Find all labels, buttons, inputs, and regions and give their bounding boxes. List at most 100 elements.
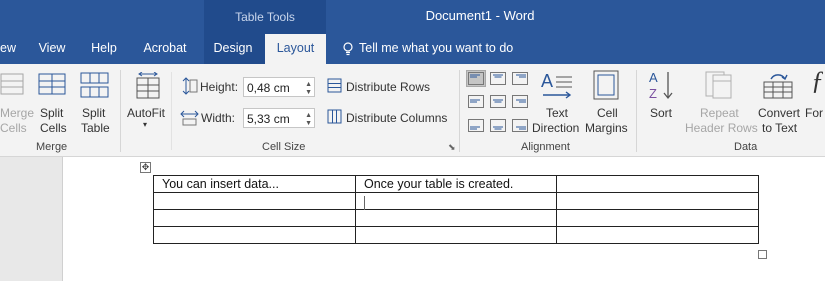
- table-resize-handle-icon[interactable]: [758, 250, 767, 259]
- merge-group-label: Merge: [36, 141, 68, 153]
- split-cells-label-1: Split: [40, 106, 64, 120]
- repeat-header-rows-icon: [705, 71, 732, 99]
- align-top-right-icon: [512, 72, 528, 85]
- tab-layout[interactable]: Layout: [265, 34, 326, 64]
- data-group-label: Data: [734, 141, 758, 153]
- tab-design[interactable]: Design: [208, 34, 258, 64]
- table-row[interactable]: [153, 192, 759, 210]
- align-top-left-button[interactable]: [466, 70, 486, 87]
- align-middle-left-icon: [468, 95, 484, 108]
- split-cells-icon: [38, 73, 66, 95]
- merge-cells-label-1: Merge: [0, 106, 35, 120]
- align-middle-right-button[interactable]: [510, 93, 530, 110]
- split-table-label-2: Table: [81, 121, 110, 135]
- table-cell[interactable]: You can insert data...: [153, 175, 356, 193]
- table-cell[interactable]: [153, 192, 356, 210]
- tell-me-label: Tell me what you want to do: [359, 41, 514, 55]
- tab-help[interactable]: Help: [86, 34, 122, 64]
- table-row[interactable]: [153, 226, 759, 244]
- group-divider: [120, 70, 121, 152]
- height-value: 0,48 cm: [247, 81, 290, 95]
- align-top-center-button[interactable]: [488, 70, 508, 87]
- align-bottom-right-button[interactable]: [510, 117, 530, 134]
- formula-label: For: [805, 106, 823, 120]
- table-row[interactable]: [153, 209, 759, 227]
- autofit-icon: [136, 72, 160, 99]
- table-cell[interactable]: [556, 175, 759, 193]
- row-height-icon: [182, 77, 198, 95]
- tab-review[interactable]: ew: [0, 34, 16, 64]
- convert-to-text-icon: [763, 74, 793, 99]
- table-cell[interactable]: [556, 226, 759, 244]
- text-cursor: [364, 196, 365, 210]
- divider: [171, 72, 172, 150]
- tab-acrobat[interactable]: Acrobat: [137, 34, 193, 64]
- align-bottom-left-button[interactable]: [466, 117, 486, 134]
- group-divider: [459, 70, 460, 152]
- table-cell[interactable]: Once your table is created.: [355, 175, 557, 193]
- align-bottom-center-icon: [490, 119, 506, 132]
- table-row[interactable]: You can insert data... Once your table is…: [153, 175, 759, 193]
- table-cell[interactable]: [355, 192, 557, 210]
- convert-label-2: to Text: [762, 121, 798, 135]
- split-table-label-1: Split: [82, 106, 106, 120]
- merge-cells-icon: [0, 73, 24, 95]
- distribute-rows-label: Distribute Rows: [346, 80, 431, 94]
- align-top-right-button[interactable]: [510, 70, 530, 87]
- repeat-header-label-1: Repeat: [700, 106, 739, 120]
- split-cells-label-2: Cells: [40, 121, 67, 135]
- group-divider: [636, 70, 637, 152]
- text-direction-label-1: Text: [546, 106, 569, 120]
- height-input[interactable]: 0,48 cm ▲ ▼: [243, 77, 315, 97]
- table-tools-context-label: Table Tools: [204, 0, 326, 34]
- cell-size-group-label: Cell Size: [262, 141, 306, 153]
- table-move-handle-icon[interactable]: ✥: [140, 162, 151, 173]
- document-title: Document1 - Word: [425, 8, 535, 23]
- spin-down-icon[interactable]: ▼: [305, 89, 312, 96]
- width-value: 5,33 cm: [247, 112, 290, 126]
- convert-label-1: Convert: [758, 106, 801, 120]
- document-table[interactable]: You can insert data... Once your table is…: [153, 175, 759, 244]
- column-width-icon: [180, 110, 199, 126]
- tell-me-search[interactable]: Tell me what you want to do: [340, 34, 515, 64]
- table-cell[interactable]: [355, 226, 557, 244]
- align-bottom-left-icon: [468, 119, 484, 132]
- svg-text:Z: Z: [649, 86, 657, 101]
- formula-icon: ƒ: [811, 66, 824, 95]
- table-cell[interactable]: [556, 209, 759, 227]
- cell-margins-icon: [593, 70, 619, 100]
- cell-margins-label-1: Cell: [597, 106, 618, 120]
- svg-text:A: A: [541, 71, 553, 91]
- align-middle-center-button[interactable]: [488, 93, 508, 110]
- align-top-left-icon: [468, 72, 484, 85]
- width-input[interactable]: 5,33 cm ▲ ▼: [243, 108, 315, 128]
- align-top-center-icon: [490, 72, 506, 85]
- spin-down-icon[interactable]: ▼: [305, 120, 312, 127]
- distribute-columns-label: Distribute Columns: [346, 111, 448, 125]
- text-direction-icon: A: [541, 71, 572, 99]
- repeat-header-label-2: Header Rows: [685, 121, 758, 135]
- spin-up-icon[interactable]: ▲: [305, 81, 312, 88]
- distribute-columns-icon: [327, 109, 342, 124]
- lightbulb-icon: [343, 42, 353, 56]
- merge-cells-label-2: Cells: [0, 121, 27, 135]
- sort-icon: AZ: [649, 70, 673, 101]
- table-cell[interactable]: [153, 209, 356, 227]
- table-cell[interactable]: [153, 226, 356, 244]
- autofit-label: AutoFit: [127, 106, 166, 120]
- height-label: Height:: [200, 80, 239, 94]
- table-cell[interactable]: [355, 209, 557, 227]
- alignment-group-label: Alignment: [521, 141, 570, 153]
- split-table-icon: [80, 72, 109, 98]
- distribute-rows-icon: [327, 78, 342, 93]
- chevron-down-icon: ▾: [143, 120, 148, 129]
- tab-view[interactable]: View: [33, 34, 71, 64]
- align-bottom-center-button[interactable]: [488, 117, 508, 134]
- table-cell[interactable]: [556, 192, 759, 210]
- spin-up-icon[interactable]: ▲: [305, 112, 312, 119]
- svg-text:A: A: [649, 70, 658, 85]
- dialog-launcher-icon[interactable]: ⬊: [448, 142, 456, 153]
- text-direction-label-2: Direction: [532, 121, 580, 135]
- align-middle-left-button[interactable]: [466, 93, 486, 110]
- width-label: Width:: [201, 111, 236, 125]
